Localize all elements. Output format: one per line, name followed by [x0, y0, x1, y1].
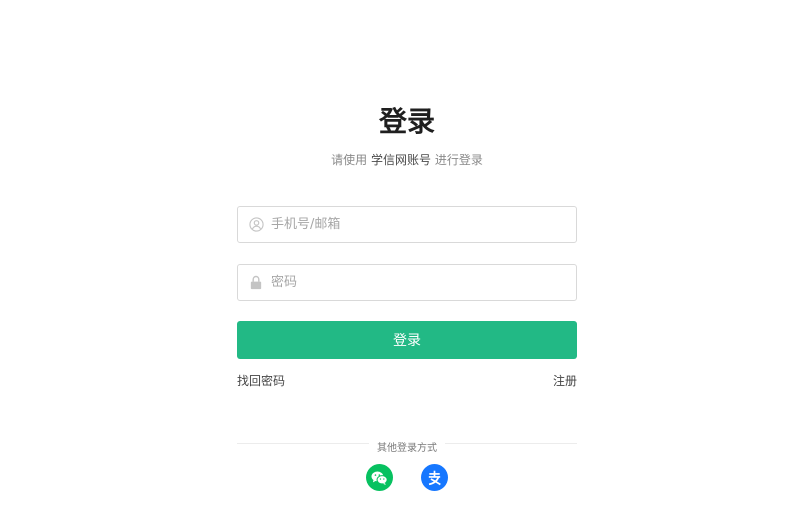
password-field[interactable]	[237, 264, 577, 301]
page-subtitle: 请使用 学信网账号 进行登录	[237, 151, 577, 169]
form-links: 找回密码 注册	[237, 372, 577, 390]
social-login-group	[237, 464, 577, 491]
other-login-label: 其他登录方式	[369, 443, 445, 454]
login-button[interactable]: 登录	[237, 321, 577, 359]
subtitle-brand: 学信网账号	[370, 153, 431, 167]
subtitle-prefix: 请使用	[331, 153, 371, 167]
wechat-login-button[interactable]	[366, 464, 393, 491]
lock-icon	[248, 275, 264, 291]
username-input[interactable]	[271, 207, 576, 242]
alipay-login-button[interactable]	[421, 464, 448, 491]
page-title: 登录	[378, 105, 435, 138]
wechat-icon	[370, 470, 389, 486]
login-panel: 登录 请使用 学信网账号 进行登录 登录 找回密码 注册 其他登录方式	[237, 100, 577, 491]
user-icon	[248, 217, 264, 233]
username-field[interactable]	[237, 206, 577, 243]
other-login-divider: 其他登录方式	[237, 436, 577, 454]
alipay-icon	[426, 469, 443, 486]
password-input[interactable]	[271, 265, 576, 300]
register-link[interactable]: 注册	[553, 372, 577, 390]
subtitle-suffix: 进行登录	[431, 153, 483, 167]
forgot-password-link[interactable]: 找回密码	[237, 372, 285, 390]
